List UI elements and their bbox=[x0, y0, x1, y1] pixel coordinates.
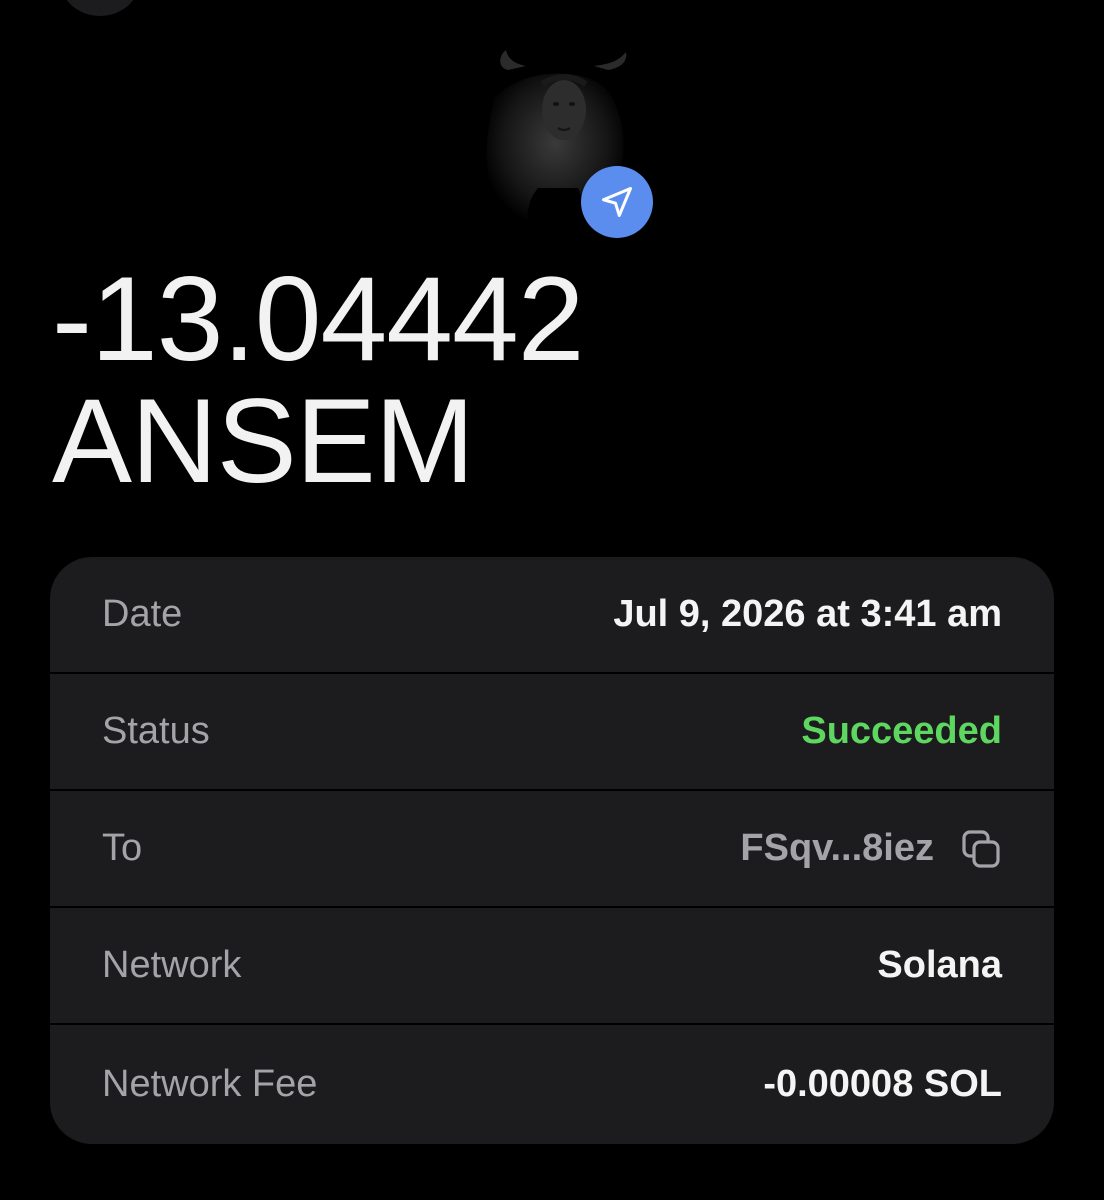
copy-icon[interactable] bbox=[960, 828, 1002, 870]
back-button[interactable] bbox=[60, 0, 140, 16]
to-row[interactable]: To FSqv...8iez bbox=[50, 791, 1054, 908]
transaction-details-card: Date Jul 9, 2026 at 3:41 am Status Succe… bbox=[50, 557, 1054, 1144]
network-fee-row: Network Fee -0.00008 SOL bbox=[50, 1025, 1054, 1143]
status-value: Succeeded bbox=[801, 710, 1002, 752]
date-value: Jul 9, 2026 at 3:41 am bbox=[613, 593, 1002, 635]
to-label: To bbox=[102, 827, 143, 869]
date-row: Date Jul 9, 2026 at 3:41 am bbox=[50, 557, 1054, 674]
status-label: Status bbox=[102, 710, 210, 752]
network-fee-value: -0.00008 SOL bbox=[763, 1062, 1002, 1105]
network-fee-label: Network Fee bbox=[102, 1062, 318, 1105]
network-row: Network Solana bbox=[50, 908, 1054, 1025]
status-row: Status Succeeded bbox=[50, 674, 1054, 791]
send-arrow-icon bbox=[602, 187, 632, 217]
send-badge bbox=[581, 166, 653, 238]
to-address[interactable]: FSqv...8iez bbox=[740, 827, 1002, 870]
amount-value: -13.04442 bbox=[52, 252, 584, 386]
date-label: Date bbox=[102, 593, 183, 635]
network-value: Solana bbox=[877, 944, 1002, 986]
amount-symbol: ANSEM bbox=[52, 374, 475, 508]
network-label: Network bbox=[102, 944, 242, 986]
to-address-text: FSqv...8iez bbox=[740, 827, 934, 869]
transaction-amount: -13.04442 ANSEM bbox=[52, 252, 584, 508]
